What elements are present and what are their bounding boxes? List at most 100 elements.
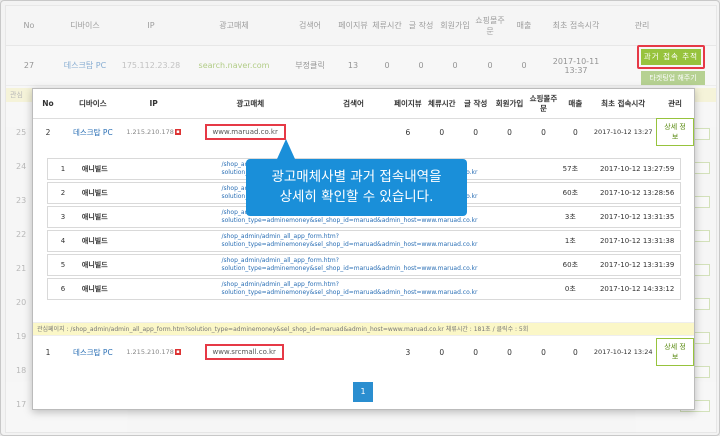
item-builder: 애니빌드: [81, 189, 108, 197]
media-highlight-box[interactable]: www.srcmall.co.kr: [204, 344, 284, 360]
bg-col-pv: 페이지뷰: [338, 21, 368, 30]
item-stay: 57초: [562, 165, 579, 173]
bg-row-no: 27: [23, 61, 35, 70]
past-access-trace-button[interactable]: 과거 접속 추적: [637, 45, 705, 69]
item-builder: 애니빌드: [81, 165, 108, 173]
bg-row-number: 19: [16, 332, 27, 341]
item-no: 3: [60, 213, 66, 221]
item-time: 2017-10-12 13:27:59: [599, 165, 675, 173]
screen-frame: No 디바이스 IP 광고매체 검색어 페이지뷰 체류시간 글 작성 회원가입 …: [0, 0, 720, 436]
bg-row-ip: 175.112.23.28: [121, 61, 181, 70]
item-time: 2017-10-12 13:28:56: [599, 189, 675, 197]
bg-col-sales: 매출: [516, 21, 532, 30]
col-join: 회원가입: [495, 98, 524, 108]
col-ip: IP: [149, 98, 158, 108]
feature-tooltip: 광고매체사별 과거 접속내역을 상세히 확인할 수 있습니다.: [246, 159, 467, 216]
row-device: 데스크탑 PC: [72, 127, 113, 137]
col-post: 글 작성: [463, 98, 488, 108]
ip-flag-icon: ▪: [174, 129, 181, 135]
item-url-link[interactable]: /shop_admin/admin_all_app_form.htm?solut…: [217, 281, 546, 297]
row-device: 데스크탑 PC: [72, 347, 113, 357]
item-builder: 애니빌드: [81, 213, 108, 221]
bg-row-join: 0: [452, 61, 458, 70]
bg-col-device: 디바이스: [70, 21, 100, 30]
item-url-link[interactable]: /shop_admin/admin_all_app_form.htm?solut…: [217, 257, 546, 273]
bg-row-number: 21: [16, 264, 27, 273]
col-first-access: 최초 접속시각: [601, 98, 646, 108]
row-pageview: 6: [405, 127, 411, 137]
detail-info-button[interactable]: 상세 정보: [656, 118, 694, 146]
row-ip-text: 1.215.210.178: [126, 348, 174, 356]
bg-col-join: 회원가입: [440, 21, 470, 30]
table-row: 1 데스크탑 PC 1.215.210.178 ▪ www.srcmall.co.…: [33, 338, 694, 366]
background-table-header: No 디바이스 IP 광고매체 검색어 페이지뷰 체류시간 글 작성 회원가입 …: [6, 6, 716, 46]
list-item: 6 애니빌드 /shop_admin/admin_all_app_form.ht…: [47, 278, 681, 300]
bg-table-row: 27 데스크탑 PC 175.112.23.28 search.naver.co…: [6, 46, 716, 86]
bg-col-keyword: 검색어: [298, 21, 322, 30]
bg-row-pv: 13: [347, 61, 359, 70]
row-pageview: 3: [405, 347, 411, 357]
row-join: 0: [507, 127, 512, 137]
row-ip: 1.215.210.178 ▪: [123, 128, 185, 136]
item-stay: 1초: [564, 237, 576, 245]
detail-info-button[interactable]: 상세 정보: [656, 338, 694, 366]
row-sales: 0: [572, 127, 578, 137]
media-highlight-box[interactable]: www.maruad.co.kr: [204, 124, 286, 140]
ip-flag-icon: ▪: [174, 349, 181, 355]
item-url-link[interactable]: /shop_admin/admin_all_app_form.htm?solut…: [217, 233, 546, 249]
bg-row-keyword: 부정클릭: [295, 61, 325, 70]
pagination-page-1[interactable]: 1: [353, 382, 373, 402]
targeting-button[interactable]: 타겟팅업 해주기: [641, 71, 705, 85]
tooltip-line-2: 상세히 확인할 수 있습니다.: [279, 189, 434, 205]
item-time: 2017-10-12 13:31:39: [599, 261, 675, 269]
row-action: 상세 정보: [656, 338, 694, 366]
bg-row-number: 18: [16, 366, 27, 375]
bg-row-stay: 0: [384, 61, 390, 70]
row-stay: 0: [439, 347, 445, 357]
bg-col-ip: IP: [147, 21, 155, 30]
item-time: 2017-10-12 13:31:38: [599, 237, 675, 245]
col-order: 쇼핑몰주문: [529, 93, 558, 113]
col-stay: 체류시간: [427, 98, 456, 108]
item-stay: 60초: [562, 261, 579, 269]
row-order: 0: [541, 347, 546, 357]
item-stay: 3초: [564, 213, 576, 221]
tooltip-line-1: 광고매체사별 과거 접속내역을: [271, 169, 442, 185]
bg-col-order: 쇼핑몰주문: [475, 15, 505, 36]
bg-col-first: 최초 접속시각: [552, 21, 600, 30]
item-builder: 애니빌드: [81, 285, 108, 293]
item-stay: 0초: [564, 285, 576, 293]
bg-row-post: 0: [418, 61, 424, 70]
bg-row-media[interactable]: search.naver.com: [184, 61, 284, 70]
col-media: 광고매체: [236, 98, 265, 108]
row-first-access: 2017-10-12 13:27: [593, 127, 653, 136]
row-post: 0: [473, 347, 479, 357]
bg-row-number: 20: [16, 298, 27, 307]
item-no: 4: [60, 237, 66, 245]
col-sales: 매출: [568, 98, 583, 108]
list-item: 4 애니빌드 /shop_admin/admin_all_app_form.ht…: [47, 230, 681, 252]
item-no: 5: [60, 261, 66, 269]
past-access-trace-label: 과거 접속 추적: [641, 49, 701, 65]
modal-table-header: No 디바이스 IP 광고매체 검색어 페이지뷰 체류시간 글 작성 회원가입 …: [33, 89, 694, 119]
col-device: 디바이스: [79, 98, 107, 108]
table-row: 2 데스크탑 PC 1.215.210.178 ▪ www.maruad.co.k…: [33, 118, 694, 146]
bg-row-number: 24: [16, 162, 27, 171]
item-time: 2017-10-12 13:31:35: [599, 213, 675, 221]
col-action: 관리: [668, 98, 682, 108]
bg-row-number: 17: [16, 400, 27, 409]
bg-col-action: 관리: [634, 21, 650, 30]
col-pageview: 페이지뷰: [394, 98, 422, 108]
item-builder: 애니빌드: [81, 261, 108, 269]
col-keyword: 검색어: [343, 98, 364, 108]
bg-col-media: 광고매체: [219, 21, 249, 30]
row-no: 1: [45, 347, 51, 357]
row-sales: 0: [572, 347, 578, 357]
row-media: www.srcmall.co.kr: [185, 344, 317, 360]
row-ip-text: 1.215.210.178: [126, 128, 174, 136]
bg-row-order: 0: [487, 61, 493, 70]
row-no: 2: [45, 127, 51, 137]
row-join: 0: [507, 347, 512, 357]
bg-row-number: 25: [16, 128, 27, 137]
row-stay: 0: [439, 127, 445, 137]
